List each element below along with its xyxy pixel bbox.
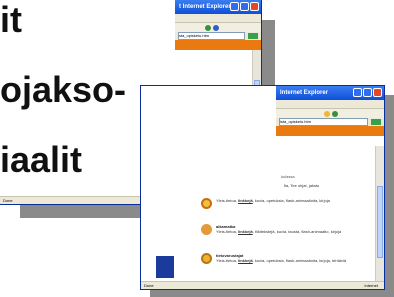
links-link[interactable]: linkkejä [238, 229, 253, 234]
maximize-icon[interactable] [240, 2, 249, 11]
list-item-text: Yleis-tietoa, [216, 198, 239, 203]
front-window-address-field[interactable]: ista_opiskelu.htm [279, 118, 368, 126]
list-item-text: Yleis-tietoa, [216, 258, 239, 263]
list-item-text: fia, Tee ohjat, jaksto [284, 183, 320, 188]
back-window-orange-banner [175, 40, 261, 50]
favorites-icon[interactable] [213, 24, 219, 31]
slide-heading-line-1: it [0, 0, 22, 40]
category-icon [201, 224, 212, 235]
slide-heading-line-2: ojakso- [0, 69, 127, 110]
back-window-controls [230, 2, 259, 11]
back-window-addressbar: sta_opiskelu.htm [175, 32, 261, 40]
list-item-text: Yleis-tietoa, [216, 229, 239, 234]
list-item[interactable]: Yleis-tietoa, linkkejä, kuvia, opetuksia… [201, 198, 330, 209]
media-icon[interactable] [332, 110, 338, 117]
front-window-scroll-thumb[interactable] [377, 186, 383, 258]
maximize-icon[interactable] [363, 88, 372, 97]
back-window-title: t Internet Explorer [179, 4, 231, 10]
front-window-status-zone: Internet [364, 283, 378, 288]
back-window-status-left: Done [3, 198, 13, 203]
go-button[interactable] [371, 119, 381, 125]
favorites-icon[interactable] [324, 110, 330, 117]
front-window-title: Internet Explorer [280, 90, 329, 96]
go-button[interactable] [248, 33, 258, 39]
minimize-icon[interactable] [230, 2, 239, 11]
front-window-side-link[interactable]: kulassa [281, 174, 295, 179]
front-window-controls [353, 88, 382, 97]
back-window-titlebar[interactable]: t Internet Explorer [175, 0, 261, 14]
front-window-orange-banner [276, 126, 384, 136]
slide-heading-line-3: iaalit [0, 139, 83, 180]
close-icon[interactable] [250, 2, 259, 11]
back-window-address-field[interactable]: sta_opiskelu.htm [178, 32, 245, 40]
browser-window-front[interactable]: Internet Explorer ista_opiskelu.htm kula… [140, 85, 385, 290]
list-item[interactable]: tietovarustajat Yleis-tietoa, linkkejä, … [201, 253, 346, 264]
back-window-toolbar [175, 23, 261, 32]
close-icon[interactable] [373, 88, 382, 97]
list-item[interactable]: aikamatka Yleis-tietoa, linkkejä, tiikit… [201, 224, 341, 235]
list-item[interactable]: fia, Tee ohjat, jaksto [284, 183, 319, 188]
list-item-text-rest: , kuvia, opetuksia, flash-animaatioita, … [252, 258, 347, 263]
back-window-menubar [175, 14, 261, 23]
category-icon [201, 253, 212, 264]
list-item-text-rest: , tiikitekstejä, kuvia, tausta, flash-an… [252, 229, 342, 234]
front-window-scrollbar[interactable] [375, 146, 384, 281]
front-window-titlebar[interactable]: Internet Explorer [276, 86, 384, 100]
list-item-text-rest: , kuvia, opetuksia, flash-animaatioita, … [252, 198, 330, 203]
front-window-toolbar [276, 109, 384, 118]
links-link[interactable]: linkkejä [238, 198, 253, 203]
front-window-addressbar: ista_opiskelu.htm [276, 118, 384, 126]
links-link[interactable]: linkkejä [238, 258, 253, 263]
minimize-icon[interactable] [353, 88, 362, 97]
category-icon [201, 198, 212, 209]
front-window-statusbar: Done Internet [141, 281, 384, 289]
front-window-menubar [276, 100, 384, 109]
home-icon[interactable] [205, 24, 211, 31]
front-window-status-left: Done [144, 283, 154, 288]
logo [156, 256, 174, 278]
